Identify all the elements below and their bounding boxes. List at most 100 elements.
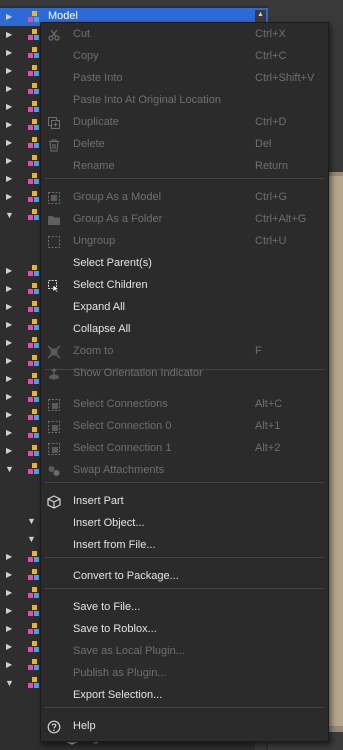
menu-item-shortcut: Ctrl+U: [255, 235, 287, 247]
menu-item-shortcut: Ctrl+C: [255, 50, 287, 62]
expand-arrow-icon[interactable]: ▶: [6, 84, 12, 94]
expand-arrow-icon[interactable]: ▶: [6, 138, 12, 148]
expand-arrow-icon[interactable]: ▶: [6, 174, 12, 184]
tree-row-label: Model: [48, 10, 78, 22]
expand-arrow-icon[interactable]: ▶: [6, 48, 12, 58]
menu-item-paste-into-at-original-location[interactable]: Paste Into At Original Location: [41, 90, 328, 112]
menu-item-help[interactable]: Help: [41, 716, 328, 738]
menu-item-shortcut: Alt+C: [255, 398, 283, 410]
menu-item-shortcut: F: [255, 345, 262, 357]
expand-arrow-icon[interactable]: ▶: [6, 428, 12, 438]
expand-arrow-icon[interactable]: ▶: [6, 588, 12, 598]
menu-item-select-children[interactable]: Select Children: [41, 275, 328, 297]
expand-arrow-icon[interactable]: ▶: [6, 552, 12, 562]
select-children-icon: [47, 279, 61, 293]
ungroup-icon: [47, 235, 61, 249]
scroll-up-arrow-icon[interactable]: ▲: [256, 10, 265, 20]
menu-item-select-connection-1[interactable]: Select Connection 1 Alt+2: [41, 438, 328, 460]
menu-item-shortcut: Ctrl+Shift+V: [255, 72, 315, 84]
menu-item-cut[interactable]: Cut Ctrl+X: [41, 24, 328, 46]
expand-arrow-icon[interactable]: ▶: [6, 410, 12, 420]
menu-item-save-as-local-plugin[interactable]: Save as Local Plugin...: [41, 641, 328, 663]
menu-item-label: Save to Roblox...: [73, 623, 157, 635]
menu-item-group-as-a-model[interactable]: Group As a Model Ctrl+G: [41, 187, 328, 209]
menu-item-paste-into[interactable]: Paste Into Ctrl+Shift+V: [41, 68, 328, 90]
expand-arrow-icon[interactable]: ▶: [6, 120, 12, 130]
menu-item-rename[interactable]: Rename Return: [41, 156, 328, 178]
menu-item-delete[interactable]: Delete Del: [41, 134, 328, 156]
expand-arrow-icon[interactable]: ▶: [6, 192, 12, 202]
folder-icon: [47, 213, 61, 227]
duplicate-icon: [47, 116, 61, 130]
menu-item-show-orientation-indicator[interactable]: Show Orientation Indicator: [41, 363, 328, 385]
menu-item-save-to-file[interactable]: Save to File...: [41, 597, 328, 619]
collapse-arrow-icon[interactable]: ▼: [27, 534, 36, 544]
trash-icon: [47, 138, 61, 152]
expand-arrow-icon[interactable]: ▶: [6, 156, 12, 166]
menu-item-select-parent-s[interactable]: Select Parent(s): [41, 253, 328, 275]
expand-arrow-icon[interactable]: ▶: [6, 12, 12, 22]
menu-item-label: Show Orientation Indicator: [73, 367, 203, 379]
expand-arrow-icon[interactable]: ▶: [6, 320, 12, 330]
menu-item-insert-object[interactable]: Insert Object...: [41, 513, 328, 535]
expand-arrow-icon[interactable]: ▶: [6, 642, 12, 652]
expand-arrow-icon[interactable]: ▶: [6, 446, 12, 456]
menu-separator: [45, 588, 324, 589]
expand-arrow-icon[interactable]: ▶: [6, 284, 12, 294]
menu-item-convert-to-package[interactable]: Convert to Package...: [41, 566, 328, 588]
menu-item-duplicate[interactable]: Duplicate Ctrl+D: [41, 112, 328, 134]
menu-item-shortcut: Alt+2: [255, 442, 281, 454]
menu-item-collapse-all[interactable]: Collapse All: [41, 319, 328, 341]
menu-item-shortcut: Del: [255, 138, 272, 150]
menu-item-zoom-to[interactable]: Zoom to F: [41, 341, 328, 363]
connection-1-icon: [47, 442, 61, 456]
menu-item-shortcut: Return: [255, 160, 289, 172]
menu-item-label: Select Connection 0: [73, 420, 172, 432]
menu-item-select-connections[interactable]: Select Connections Alt+C: [41, 394, 328, 416]
menu-item-label: Ungroup: [73, 235, 116, 247]
zoom-to-icon: [47, 345, 61, 359]
scissors-icon: [47, 28, 61, 42]
connection-0-icon: [47, 420, 61, 434]
menu-item-label: Save as Local Plugin...: [73, 645, 185, 657]
menu-item-label: Select Connections: [73, 398, 168, 410]
menu-item-ungroup[interactable]: Ungroup Ctrl+U: [41, 231, 328, 253]
group-model-icon: [47, 191, 61, 205]
expand-arrow-icon[interactable]: ▶: [6, 356, 12, 366]
menu-item-label: Expand All: [73, 301, 125, 313]
menu-item-label: Paste Into At Original Location: [73, 94, 221, 106]
collapse-arrow-icon[interactable]: ▼: [5, 210, 14, 220]
expand-arrow-icon[interactable]: ▶: [6, 606, 12, 616]
expand-arrow-icon[interactable]: ▶: [6, 302, 12, 312]
menu-item-insert-from-file[interactable]: Insert from File...: [41, 535, 328, 557]
menu-item-select-connection-0[interactable]: Select Connection 0 Alt+1: [41, 416, 328, 438]
expand-arrow-icon[interactable]: ▶: [6, 392, 12, 402]
expand-arrow-icon[interactable]: ▶: [6, 660, 12, 670]
menu-item-label: Save to File...: [73, 601, 141, 613]
expand-arrow-icon[interactable]: ▶: [6, 374, 12, 384]
expand-arrow-icon[interactable]: ▶: [6, 102, 12, 112]
connections-icon: [47, 398, 61, 412]
menu-item-publish-as-plugin[interactable]: Publish as Plugin...: [41, 663, 328, 685]
menu-item-insert-part[interactable]: Insert Part: [41, 491, 328, 513]
expand-arrow-icon[interactable]: ▶: [6, 66, 12, 76]
expand-arrow-icon[interactable]: ▶: [6, 338, 12, 348]
menu-item-swap-attachments[interactable]: Swap Attachments: [41, 460, 328, 482]
expand-arrow-icon[interactable]: ▶: [6, 624, 12, 634]
viewport-panel: [328, 176, 343, 726]
menu-item-group-as-a-folder[interactable]: Group As a Folder Ctrl+Alt+G: [41, 209, 328, 231]
expand-arrow-icon[interactable]: ▶: [6, 570, 12, 580]
menu-item-export-selection[interactable]: Export Selection...: [41, 685, 328, 707]
expand-arrow-icon[interactable]: ▶: [6, 266, 12, 276]
expand-arrow-icon[interactable]: ▶: [6, 30, 12, 40]
collapse-arrow-icon[interactable]: ▼: [27, 516, 36, 526]
menu-item-label: Help: [73, 720, 96, 732]
menu-item-label: Rename: [73, 160, 115, 172]
menu-item-expand-all[interactable]: Expand All: [41, 297, 328, 319]
menu-item-copy[interactable]: Copy Ctrl+C: [41, 46, 328, 68]
explorer-header-strip: [0, 0, 268, 6]
swap-icon: [47, 464, 61, 478]
menu-item-save-to-roblox[interactable]: Save to Roblox...: [41, 619, 328, 641]
collapse-arrow-icon[interactable]: ▼: [5, 678, 14, 688]
collapse-arrow-icon[interactable]: ▼: [5, 464, 14, 474]
